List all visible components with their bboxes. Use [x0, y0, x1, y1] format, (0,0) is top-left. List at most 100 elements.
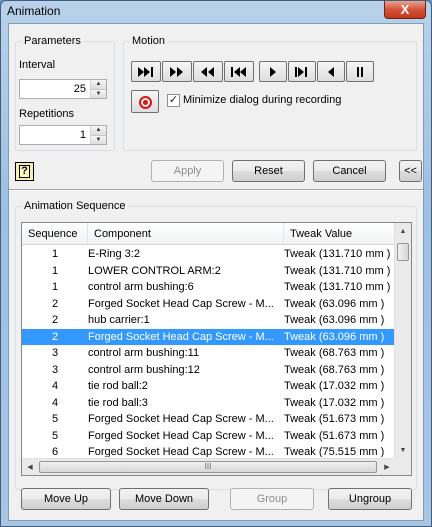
cancel-button[interactable]: Cancel	[313, 160, 386, 182]
minimize-label[interactable]: Minimize dialog during recording	[183, 94, 341, 106]
play-reverse-button[interactable]	[317, 61, 345, 82]
table-row[interactable]: 1 LOWER CONTROL ARM:2 Tweak (131.710 mm )	[22, 263, 395, 280]
component-cell: tie rod ball:3	[88, 396, 148, 409]
repetitions-stepper[interactable]: 1 ▲ ▼	[19, 125, 107, 145]
table-row[interactable]: 2 Forged Socket Head Cap Screw - M... Twea…	[22, 328, 395, 345]
tweak-cell: Tweak (68.763 mm )	[284, 363, 385, 376]
pause-icon	[357, 66, 363, 77]
play-forward-icon	[270, 66, 276, 77]
component-cell: control arm bushing:11	[88, 347, 200, 359]
scroll-left-icon[interactable]: ◀	[22, 459, 38, 475]
column-header-sequence[interactable]: Sequence	[22, 223, 88, 245]
sequence-cell: 5	[51, 429, 59, 442]
tweak-cell: Tweak (17.032 mm )	[284, 380, 385, 392]
table-row[interactable]: 2 Forged Socket Head Cap Screw - M... Twea…	[22, 296, 395, 313]
table-row[interactable]: 5 Forged Socket Head Cap Screw - M... Twea…	[22, 411, 395, 428]
sequence-cell: 2	[51, 297, 59, 310]
spin-up-icon[interactable]: ▲	[91, 126, 106, 135]
step-forward-button[interactable]	[288, 61, 316, 82]
pause-button[interactable]	[346, 61, 374, 82]
play-to-end-button[interactable]	[131, 61, 161, 82]
scroll-corner	[394, 458, 411, 475]
component-cell: E-Ring 3:2	[88, 248, 140, 260]
table-row[interactable]: 1 control arm bushing:6 Tweak (131.710 mm …	[22, 279, 395, 296]
section-divider	[9, 189, 423, 191]
spin-down-icon[interactable]: ▼	[91, 135, 106, 144]
ungroup-button[interactable]: Ungroup	[328, 488, 412, 510]
sequence-group-label: Animation Sequence	[22, 200, 128, 212]
sequence-cell: 2	[51, 314, 59, 326]
help-button[interactable]: ?	[15, 162, 34, 181]
window-title: Animation	[7, 4, 61, 18]
vertical-scrollbar[interactable]: ▲ ▼	[394, 223, 411, 459]
table-row[interactable]: 1 E-Ring 3:2 Tweak (131.710 mm )	[22, 246, 395, 263]
repetitions-stepper-arrows[interactable]: ▲ ▼	[90, 126, 106, 144]
parameters-group: Parameters Interval 25 ▲ ▼ Repetitions 1…	[15, 35, 115, 151]
fast-forward-button[interactable]	[162, 61, 192, 82]
component-cell: hub carrier:1	[88, 314, 150, 326]
record-dot	[143, 100, 148, 105]
tweak-cell: Tweak (131.710 mm )	[284, 281, 391, 293]
horizontal-scrollbar[interactable]: ◀ III ▶	[22, 458, 395, 475]
tweak-cell: Tweak (17.032 mm )	[284, 396, 385, 409]
component-cell: Forged Socket Head Cap Screw - M...	[88, 330, 274, 343]
fast-forward-icon	[170, 66, 183, 77]
scroll-down-icon[interactable]: ▼	[395, 442, 411, 459]
table-row[interactable]: 2 hub carrier:1 Tweak (63.096 mm )	[22, 312, 395, 329]
skip-to-start-button[interactable]	[224, 61, 254, 82]
record-button[interactable]	[131, 90, 159, 113]
upper-panel: Parameters Interval 25 ▲ ▼ Repetitions 1…	[9, 24, 423, 200]
play-forward-button[interactable]	[259, 61, 287, 82]
close-button[interactable]: X	[384, 1, 426, 19]
motion-group-label: Motion	[130, 35, 168, 47]
column-header-tweak[interactable]: Tweak Value	[284, 223, 395, 245]
spin-down-icon[interactable]: ▼	[91, 89, 106, 98]
interval-value: 25	[73, 83, 86, 95]
interval-label: Interval	[19, 59, 56, 71]
collapse-button[interactable]: <<	[399, 160, 422, 182]
dialog-body: Parameters Interval 25 ▲ ▼ Repetitions 1…	[8, 23, 424, 521]
table-row[interactable]: 5 Forged Socket Head Cap Screw - M... Twea…	[22, 428, 395, 445]
component-cell: LOWER CONTROL ARM:2	[88, 264, 221, 277]
sequence-panel: Animation Sequence Sequence Component Tw…	[9, 194, 423, 520]
table-row[interactable]: 3 control arm bushing:12 Tweak (68.763 mm …	[22, 362, 395, 379]
table-row[interactable]: 4 tie rod ball:3 Tweak (17.032 mm )	[22, 395, 395, 412]
minimize-checkbox[interactable]: ✓	[167, 94, 180, 107]
interval-stepper[interactable]: 25 ▲ ▼	[19, 79, 107, 99]
sequence-cell: 3	[51, 363, 59, 376]
move-down-button[interactable]: Move Down	[119, 488, 209, 510]
title-bar[interactable]: Animation X	[1, 1, 431, 23]
interval-stepper-arrows[interactable]: ▲ ▼	[90, 80, 106, 98]
scroll-up-icon[interactable]: ▲	[395, 223, 411, 240]
sequence-cell: 6	[51, 446, 59, 457]
sequence-cell: 1	[51, 248, 59, 260]
animation-dialog: Animation X Parameters Interval 25 ▲ ▼ R…	[0, 0, 432, 527]
tweak-cell: Tweak (51.673 mm )	[284, 413, 385, 425]
fast-reverse-button[interactable]	[193, 61, 223, 82]
vertical-scroll-thumb[interactable]	[397, 243, 409, 261]
component-cell: control arm bushing:6	[88, 281, 194, 293]
spin-up-icon[interactable]: ▲	[91, 80, 106, 89]
table-row[interactable]: 6 Forged Socket Head Cap Screw - M... Twea…	[22, 444, 395, 457]
horizontal-scroll-thumb[interactable]: III	[39, 461, 377, 473]
reset-button[interactable]: Reset	[232, 160, 305, 182]
component-cell: control arm bushing:12	[88, 363, 200, 376]
move-up-button[interactable]: Move Up	[21, 488, 111, 510]
component-cell: tie rod ball:2	[88, 380, 148, 392]
list-rows: 1 E-Ring 3:2 Tweak (131.710 mm ) 1 LOWER CON…	[22, 246, 395, 457]
tweak-cell: Tweak (51.673 mm )	[284, 429, 385, 442]
tweak-cell: Tweak (131.710 mm )	[284, 248, 391, 260]
table-row[interactable]: 3 control arm bushing:11 Tweak (68.763 mm …	[22, 345, 395, 362]
apply-button[interactable]: Apply	[151, 160, 224, 182]
tweak-cell: Tweak (63.096 mm )	[284, 314, 385, 326]
sequence-cell: 3	[51, 347, 59, 359]
sequence-cell: 1	[51, 264, 59, 277]
group-button[interactable]: Group	[230, 488, 314, 510]
table-row[interactable]: 4 tie rod ball:2 Tweak (17.032 mm )	[22, 378, 395, 395]
sequence-list[interactable]: Sequence Component Tweak Value 1 E-Ring 3…	[21, 222, 412, 476]
component-cell: Forged Socket Head Cap Screw - M...	[88, 297, 274, 310]
play-reverse-icon	[328, 66, 334, 77]
sequence-cell: 4	[51, 396, 59, 409]
scroll-right-icon[interactable]: ▶	[379, 459, 395, 475]
column-header-component[interactable]: Component	[88, 223, 284, 245]
